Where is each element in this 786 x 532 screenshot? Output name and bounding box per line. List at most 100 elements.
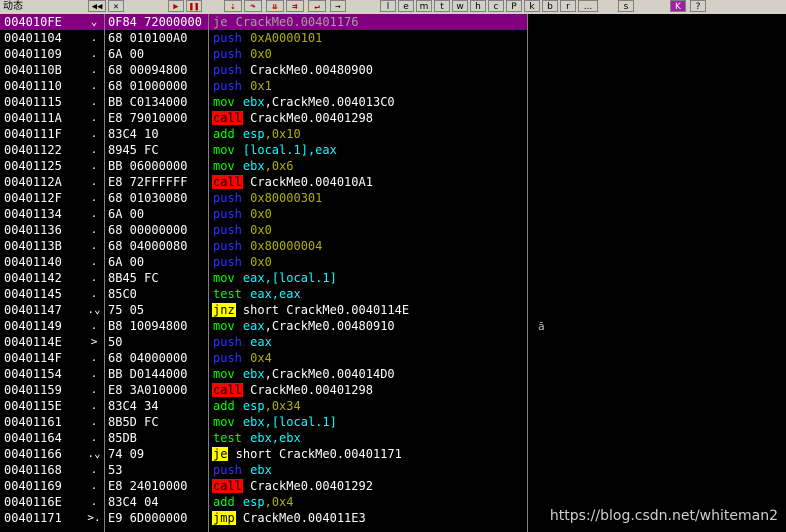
row-hex-bytes: 75 05 <box>108 303 145 317</box>
toolbar-more-button[interactable]: ... <box>578 0 598 12</box>
row-instruction: mov eax,CrackMe0.00480910 <box>212 318 526 334</box>
instruction-mnemonic: call <box>212 383 243 397</box>
row-instruction: push 0x0 <box>212 254 526 270</box>
help-icon[interactable]: ? <box>690 0 706 12</box>
toolbar-k-button[interactable]: k <box>524 0 540 12</box>
instruction-mnemonic: push <box>213 255 242 269</box>
instruction-operand: ,[local.1] <box>264 271 337 285</box>
toolbar-c-button[interactable]: c <box>488 0 504 12</box>
instruction-mnemonic: jmp <box>212 511 236 525</box>
instruction-operand: ,0x10 <box>264 127 301 141</box>
row-instruction: je short CrackMe0.00401171 <box>212 446 526 462</box>
row-jump-marker: .⌄ <box>87 447 101 460</box>
instruction-operand: [local.1] <box>235 143 308 157</box>
row-hex-bytes: 68 00000000 <box>108 223 188 237</box>
instruction-mnemonic: test <box>213 431 242 445</box>
instruction-mnemonic: push <box>213 351 242 365</box>
instruction-operand: esp <box>235 495 265 509</box>
row-hex-bytes: E8 79010000 <box>108 111 188 125</box>
instruction-operand: CrackMe0.00480900 <box>242 63 373 77</box>
row-hex-bytes: 8945 FC <box>108 143 159 157</box>
column-divider <box>208 14 209 532</box>
toolbar-s-button[interactable]: s <box>618 0 634 12</box>
step-over-icon[interactable]: ↷ <box>244 0 262 12</box>
toolbar-w-button[interactable]: w <box>452 0 468 12</box>
instruction-operand: short CrackMe0.0040114E <box>235 303 410 317</box>
instruction-mnemonic: push <box>213 47 242 61</box>
pause-icon[interactable]: ❚❚ <box>186 0 202 12</box>
toolbar-b-button[interactable]: b <box>542 0 558 12</box>
row-instruction: push 0x1 <box>212 78 526 94</box>
close-icon[interactable]: ✕ <box>108 0 124 12</box>
row-hex-bytes: 68 010100A0 <box>108 31 188 45</box>
instruction-operand: CrackMe0.00401176 <box>228 15 359 29</box>
toolbar-h-button[interactable]: h <box>470 0 486 12</box>
row-jump-marker: . <box>90 47 98 60</box>
row-jump-marker: . <box>90 463 98 476</box>
row-hex-bytes: B8 10094800 <box>108 319 188 333</box>
row-hex-bytes: E8 24010000 <box>108 479 188 493</box>
row-instruction: call CrackMe0.00401298 <box>212 110 526 126</box>
row-hex-bytes: 85DB <box>108 431 137 445</box>
row-instruction: push 0xA0000101 <box>212 30 526 46</box>
row-jump-marker: . <box>90 367 98 380</box>
toolbar-r-button[interactable]: r <box>560 0 576 12</box>
debugger-toolbar: 动态 ◀◀ ✕ ▶ ❚❚ ⇣ ↷ ⇊ ⇉ ↵ → l e m t w h c P… <box>0 0 786 15</box>
instruction-mnemonic: push <box>213 239 242 253</box>
row-hex-bytes: 6A 00 <box>108 207 145 221</box>
instruction-operand: 0x0 <box>242 207 272 221</box>
toolbar-e-button[interactable]: e <box>398 0 414 12</box>
trace-into-icon[interactable]: ⇊ <box>266 0 284 12</box>
row-instruction: test eax,eax <box>212 286 526 302</box>
row-instruction: add esp,0x34 <box>212 398 526 414</box>
instruction-mnemonic: push <box>213 79 242 93</box>
instruction-mnemonic: je <box>213 15 228 29</box>
instruction-mnemonic: mov <box>213 319 235 333</box>
trace-over-icon[interactable]: ⇉ <box>286 0 304 12</box>
toolbar-t-button[interactable]: t <box>434 0 450 12</box>
play-icon[interactable]: ▶ <box>168 0 184 12</box>
run-icon[interactable]: ◀◀ <box>88 0 106 12</box>
instruction-mnemonic: mov <box>213 95 235 109</box>
instruction-mnemonic: jnz <box>212 303 236 317</box>
instruction-operand: esp <box>235 399 265 413</box>
row-hex-bytes: 68 01030080 <box>108 191 188 205</box>
goto-icon[interactable]: → <box>330 0 346 12</box>
row-jump-marker: . <box>90 383 98 396</box>
row-jump-marker: . <box>90 159 98 172</box>
instruction-operand: 0x80000301 <box>242 191 323 205</box>
row-hex-bytes: E9 6D000000 <box>108 511 188 525</box>
toolbar-l-button[interactable]: l <box>380 0 396 12</box>
row-jump-marker: . <box>90 111 98 124</box>
instruction-operand: ebx <box>235 95 265 109</box>
row-instruction: call CrackMe0.00401292 <box>212 478 526 494</box>
row-hex-bytes: 6A 00 <box>108 255 145 269</box>
instruction-mnemonic: mov <box>213 159 235 173</box>
row-hex-bytes: BB D0144000 <box>108 367 188 381</box>
instruction-operand: CrackMe0.00401298 <box>242 383 373 397</box>
execute-till-return-icon[interactable]: ↵ <box>308 0 326 12</box>
instruction-operand: 0xA0000101 <box>242 31 323 45</box>
toolbar-k-special-button[interactable]: K <box>670 0 686 12</box>
row-jump-marker: ⌄ <box>90 15 98 28</box>
instruction-operand: 0x0 <box>242 255 272 269</box>
instruction-mnemonic: push <box>213 207 242 221</box>
instruction-mnemonic: mov <box>213 415 235 429</box>
row-hex-bytes: E8 3A010000 <box>108 383 188 397</box>
toolbar-p-button[interactable]: P <box>506 0 522 12</box>
instruction-operand: short CrackMe0.00401171 <box>228 447 402 461</box>
toolbar-m-button[interactable]: m <box>416 0 432 12</box>
row-hex-bytes: 68 04000080 <box>108 239 188 253</box>
row-instruction: mov ebx,CrackMe0.004014D0 <box>212 366 526 382</box>
row-hex-bytes: 68 00094800 <box>108 63 188 77</box>
instruction-mnemonic: call <box>212 111 243 125</box>
instruction-operand: ,CrackMe0.004013C0 <box>264 95 395 109</box>
instruction-mnemonic: mov <box>213 367 235 381</box>
row-instruction: mov ebx,CrackMe0.004013C0 <box>212 94 526 110</box>
instruction-operand: ebx <box>235 159 265 173</box>
row-instruction: mov eax,[local.1] <box>212 270 526 286</box>
instruction-operand: ebx <box>235 367 265 381</box>
row-jump-marker: > <box>90 335 98 348</box>
step-into-icon[interactable]: ⇣ <box>224 0 242 12</box>
row-jump-marker: . <box>90 63 98 76</box>
